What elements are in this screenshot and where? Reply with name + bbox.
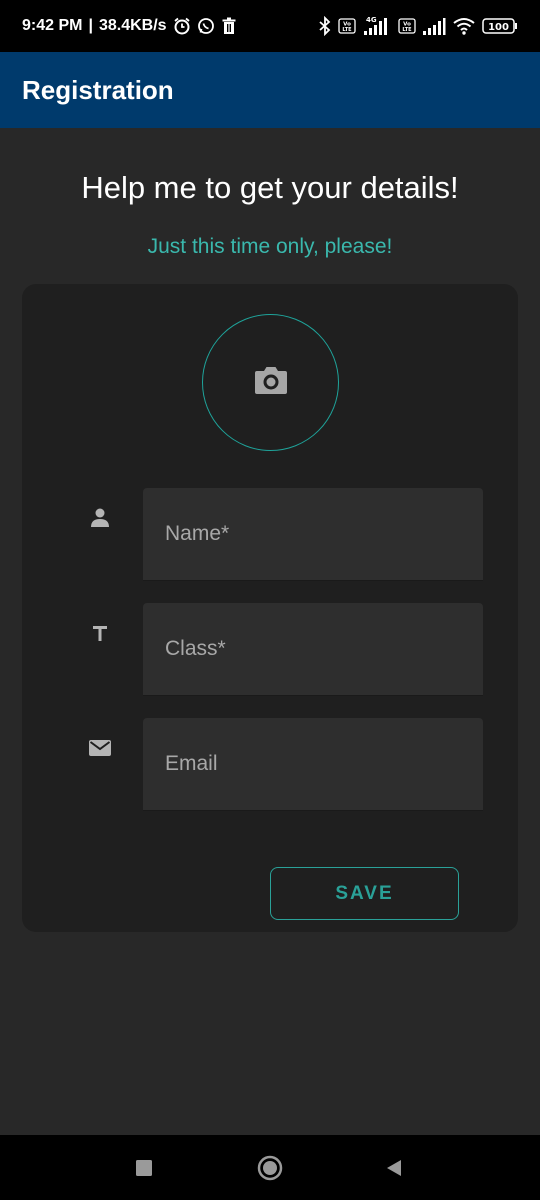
name-placeholder: Name* bbox=[165, 522, 230, 545]
mail-icon bbox=[88, 736, 112, 760]
text-icon bbox=[88, 621, 112, 645]
net-type-label: 4G bbox=[366, 16, 377, 24]
person-icon bbox=[88, 506, 112, 530]
recents-icon[interactable] bbox=[134, 1158, 154, 1178]
signal-icon: 4G bbox=[362, 16, 392, 36]
status-time: 9:42 PM bbox=[22, 17, 83, 34]
trash-icon bbox=[221, 17, 237, 35]
status-separator: | bbox=[88, 17, 93, 34]
volte-icon-2: Vo LTE bbox=[398, 18, 416, 34]
save-button[interactable]: SAVE bbox=[270, 867, 459, 920]
email-placeholder: Email bbox=[165, 752, 218, 775]
class-input[interactable]: Class* bbox=[143, 603, 483, 696]
class-placeholder: Class* bbox=[165, 637, 226, 660]
home-icon[interactable] bbox=[257, 1155, 283, 1181]
back-icon[interactable] bbox=[383, 1157, 405, 1179]
volte-icon: Vo LTE bbox=[338, 18, 356, 34]
bluetooth-icon bbox=[318, 16, 332, 36]
app-bar: Registration bbox=[0, 52, 540, 128]
status-left: 9:42 PM | 38.4KB/s bbox=[22, 17, 237, 35]
name-field-row: Name* bbox=[22, 488, 518, 581]
main-heading: Help me to get your details! bbox=[81, 170, 459, 205]
registration-card: Name* Class* Email SAVE bbox=[22, 284, 518, 932]
sub-heading: Just this time only, please! bbox=[147, 235, 393, 258]
signal-icon-2 bbox=[422, 16, 446, 36]
svg-text:LTE: LTE bbox=[342, 27, 352, 33]
navigation-bar bbox=[0, 1135, 540, 1200]
svg-text:LTE: LTE bbox=[402, 27, 412, 33]
class-field-row: Class* bbox=[22, 603, 518, 696]
camera-icon bbox=[253, 364, 289, 401]
alarm-icon bbox=[173, 17, 191, 35]
email-input[interactable]: Email bbox=[143, 718, 483, 811]
wifi-icon bbox=[452, 16, 476, 36]
page-title: Registration bbox=[22, 74, 174, 105]
status-bar: 9:42 PM | 38.4KB/s Vo LTE 4G Vo LTE 100 bbox=[0, 0, 540, 52]
status-right: Vo LTE 4G Vo LTE 100 bbox=[318, 16, 518, 36]
battery-icon: 100 bbox=[482, 17, 518, 35]
status-net-speed: 38.4KB/s bbox=[98, 17, 167, 34]
profile-photo-picker[interactable] bbox=[202, 314, 339, 451]
whatsapp-icon bbox=[197, 17, 215, 35]
battery-level: 100 bbox=[488, 22, 509, 33]
name-input[interactable]: Name* bbox=[143, 488, 483, 581]
email-field-row: Email bbox=[22, 718, 518, 811]
